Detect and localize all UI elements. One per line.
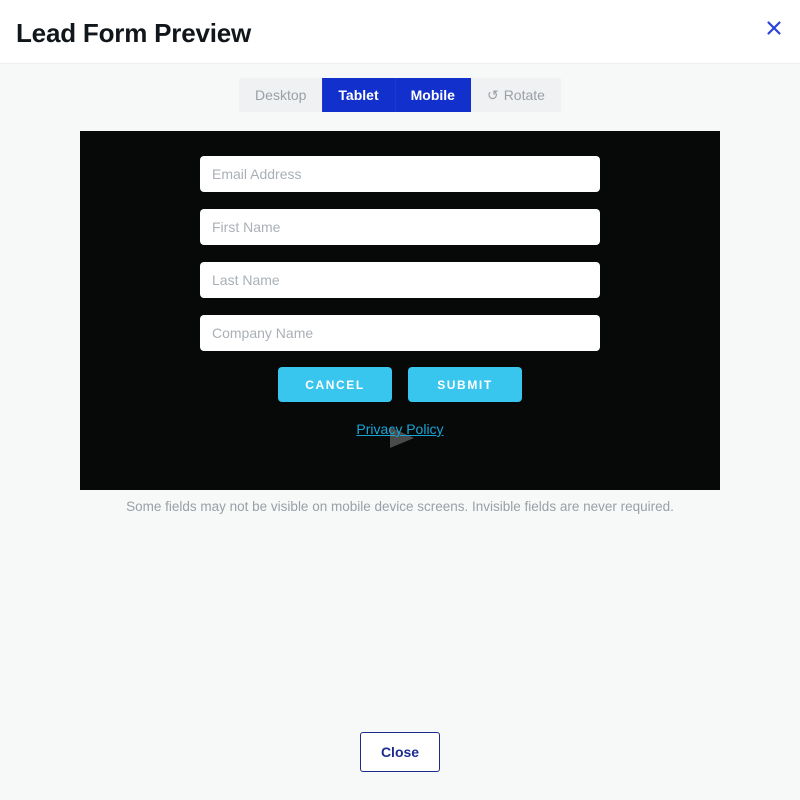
device-button-mobile-label: Mobile: [410, 87, 455, 103]
modal-header: Lead Form Preview: [0, 0, 800, 64]
email-field[interactable]: [200, 156, 600, 192]
last-name-field[interactable]: [200, 262, 600, 298]
device-button-tablet[interactable]: Tablet: [322, 78, 395, 112]
device-button-rotate-label: Rotate: [503, 87, 545, 103]
close-x-glyph: [767, 21, 781, 35]
modal-footer: Close: [0, 704, 800, 800]
device-button-desktop-label: Desktop: [255, 87, 307, 103]
privacy-policy-link[interactable]: Privacy Policy: [356, 421, 443, 437]
privacy-policy-row: Privacy Policy: [80, 421, 720, 439]
first-name-field[interactable]: [200, 209, 600, 245]
rotate-ccw-icon: ↺: [486, 87, 499, 103]
device-button-desktop[interactable]: Desktop: [239, 78, 323, 112]
cancel-button[interactable]: CANCEL: [278, 367, 392, 402]
helper-note: Some fields may not be visible on mobile…: [126, 499, 674, 514]
close-button[interactable]: Close: [359, 732, 441, 772]
device-toolbar: Desktop Tablet Mobile ↺ Rotate: [239, 78, 561, 112]
form-preview-panel: CANCEL SUBMIT Privacy Policy: [80, 131, 720, 490]
device-button-tablet-label: Tablet: [338, 87, 379, 103]
submit-button[interactable]: SUBMIT: [408, 367, 522, 402]
device-button-mobile[interactable]: Mobile: [394, 78, 471, 112]
close-x-icon[interactable]: [760, 14, 788, 42]
company-name-field[interactable]: [200, 315, 600, 351]
device-button-rotate[interactable]: ↺ Rotate: [470, 78, 561, 112]
lead-form: [200, 156, 600, 368]
form-button-row: CANCEL SUBMIT: [80, 367, 720, 402]
page-title: Lead Form Preview: [16, 18, 252, 48]
